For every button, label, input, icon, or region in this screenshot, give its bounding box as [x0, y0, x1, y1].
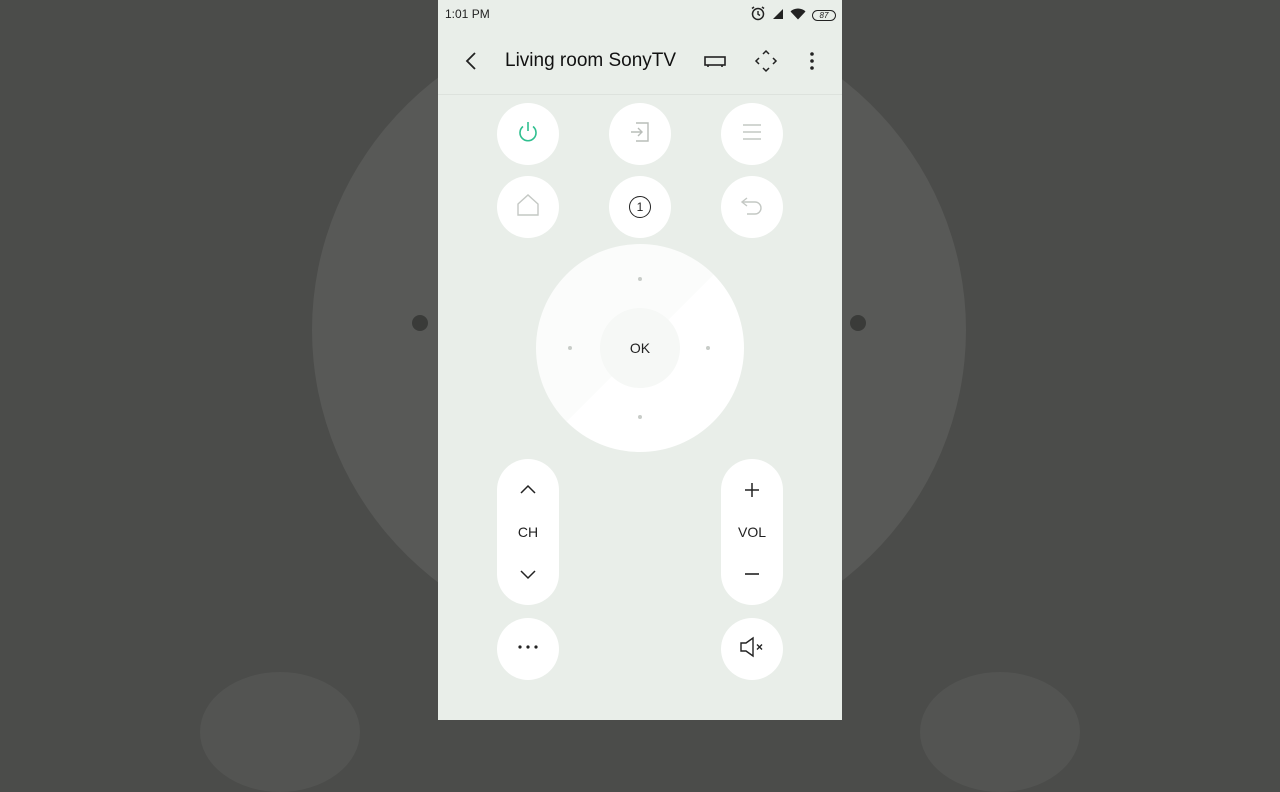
- more-keys-button[interactable]: [497, 618, 559, 680]
- menu-button[interactable]: [721, 103, 783, 165]
- channel-control: CH: [497, 459, 559, 605]
- volume-control: VOL: [721, 459, 783, 605]
- volume-up-icon[interactable]: [740, 478, 764, 502]
- device-title: Living room SonyTV: [505, 50, 677, 71]
- number-input-icon: 1: [629, 196, 651, 218]
- dpad-up[interactable]: [638, 277, 642, 281]
- direction-pad: OK: [536, 244, 744, 452]
- power-button[interactable]: [497, 103, 559, 165]
- wifi-icon: [790, 7, 806, 25]
- battery-indicator: 87: [812, 10, 836, 21]
- more-options-icon[interactable]: [799, 48, 825, 74]
- dpad-right[interactable]: [706, 346, 710, 350]
- cellular-signal-icon: [772, 7, 784, 25]
- channel-down-icon[interactable]: [516, 562, 540, 586]
- volume-label: VOL: [737, 524, 766, 540]
- background-dot-right: [850, 315, 866, 331]
- phone-screen: 1:01 PM 87 Living room SonyTV 1 OK CH VO…: [438, 0, 842, 720]
- alarm-icon: [750, 5, 766, 26]
- power-icon: [515, 119, 541, 150]
- tv-display-icon[interactable]: [702, 48, 728, 74]
- volume-down-icon[interactable]: [740, 562, 764, 586]
- input-source-button[interactable]: [609, 103, 671, 165]
- number-input-button[interactable]: 1: [609, 176, 671, 238]
- background-blur-left: [200, 672, 360, 792]
- dpad-left[interactable]: [568, 346, 572, 350]
- dpad-down[interactable]: [638, 415, 642, 419]
- back-arrow-icon[interactable]: [460, 49, 484, 73]
- status-bar: 1:01 PM 87: [438, 0, 842, 28]
- more-horizontal-icon: [515, 634, 541, 665]
- return-arrow-icon: [739, 192, 765, 223]
- ok-button[interactable]: OK: [600, 308, 680, 388]
- dpad-mode-icon[interactable]: [753, 48, 779, 74]
- home-icon: [515, 192, 541, 223]
- app-bar: Living room SonyTV: [438, 28, 842, 95]
- channel-label: CH: [517, 524, 539, 540]
- mute-button[interactable]: [721, 618, 783, 680]
- background-dot-left: [412, 315, 428, 331]
- menu-icon: [740, 120, 764, 149]
- status-time: 1:01 PM: [445, 7, 490, 21]
- background-blur-right: [920, 672, 1080, 792]
- mute-icon: [738, 634, 766, 665]
- status-icons: 87: [750, 5, 836, 26]
- return-button[interactable]: [721, 176, 783, 238]
- input-source-icon: [628, 120, 652, 149]
- home-button[interactable]: [497, 176, 559, 238]
- channel-up-icon[interactable]: [516, 478, 540, 502]
